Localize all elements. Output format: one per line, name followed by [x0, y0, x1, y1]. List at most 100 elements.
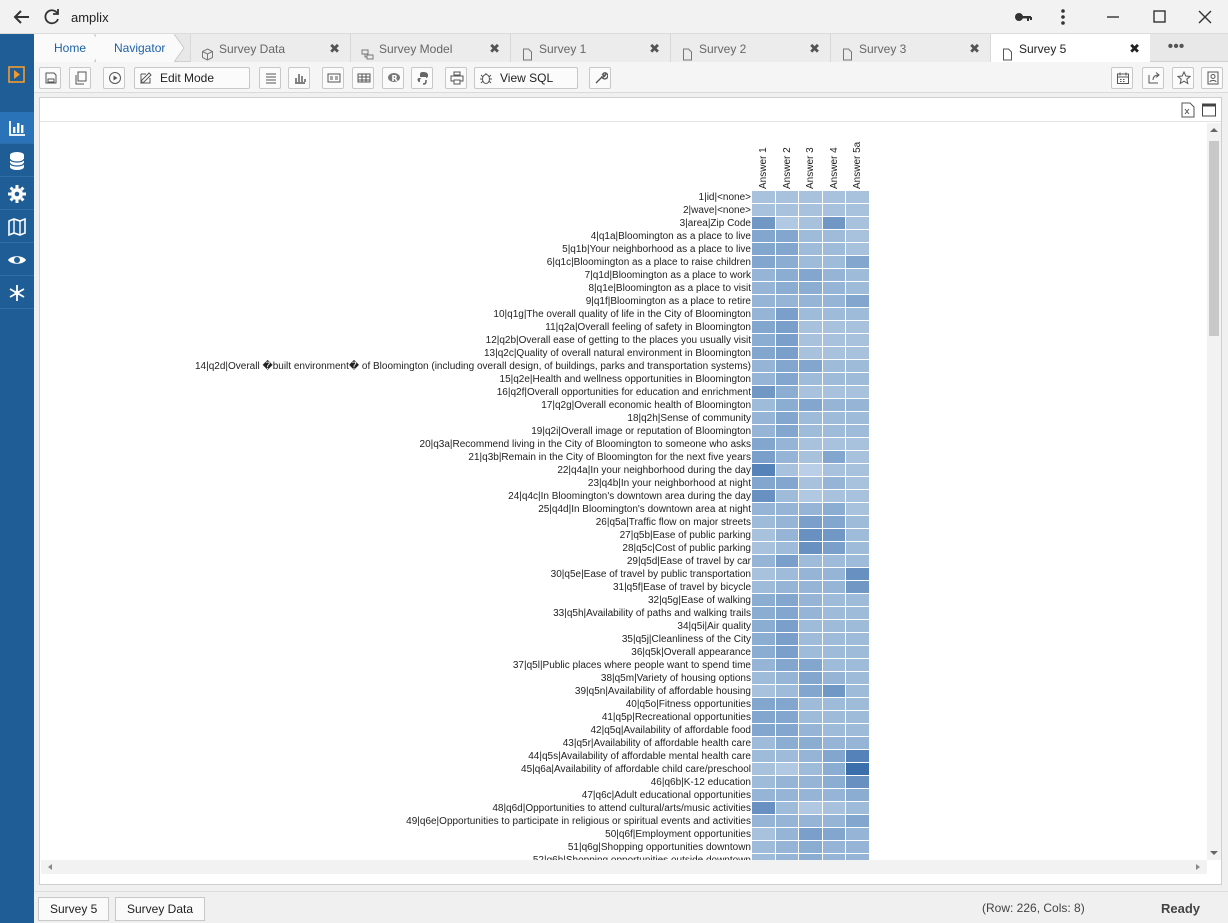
heatmap-cell[interactable]: [822, 555, 846, 567]
scroll-up-icon[interactable]: [1209, 126, 1219, 134]
heatmap-cell[interactable]: [846, 438, 869, 450]
heatmap-cell[interactable]: [775, 789, 799, 801]
heatmap-cell[interactable]: [822, 568, 846, 580]
heatmap-cell[interactable]: [799, 490, 822, 502]
heatmap-cell[interactable]: [752, 828, 775, 840]
heatmap-cell[interactable]: [846, 737, 869, 749]
heatmap-cell[interactable]: [752, 490, 775, 502]
close-tab-icon[interactable]: ✖: [329, 34, 340, 64]
heatmap-cell[interactable]: [799, 425, 822, 437]
heatmap-cell[interactable]: [846, 685, 869, 697]
heatmap-cell[interactable]: [799, 308, 822, 320]
snowflake-icon[interactable]: [0, 277, 34, 309]
heatmap-cell[interactable]: [775, 438, 799, 450]
heatmap-cell[interactable]: [752, 477, 775, 489]
heatmap-cell[interactable]: [822, 451, 846, 463]
heatmap-cell[interactable]: [799, 321, 822, 333]
heatmap-cell[interactable]: [752, 698, 775, 710]
heatmap-cell[interactable]: [846, 711, 869, 723]
heatmap-cell[interactable]: [846, 243, 869, 255]
heatmap-cell[interactable]: [775, 217, 799, 229]
heatmap-cell[interactable]: [822, 763, 846, 775]
list-icon[interactable]: [259, 67, 281, 89]
heatmap-cell[interactable]: [775, 672, 799, 684]
heatmap-cell[interactable]: [775, 711, 799, 723]
heatmap-cell[interactable]: [846, 451, 869, 463]
heatmap-cell[interactable]: [752, 243, 775, 255]
heatmap-cell[interactable]: [799, 347, 822, 359]
heatmap-cell[interactable]: [775, 568, 799, 580]
close-window-icon[interactable]: [1194, 6, 1216, 28]
scroll-left-icon[interactable]: [46, 863, 54, 871]
heatmap-cell[interactable]: [775, 321, 799, 333]
heatmap-cell[interactable]: [846, 659, 869, 671]
heatmap-cell[interactable]: [822, 659, 846, 671]
heatmap-cell[interactable]: [846, 542, 869, 554]
heatmap-cell[interactable]: [799, 633, 822, 645]
table-icon[interactable]: [352, 67, 374, 89]
close-tab-icon[interactable]: ✖: [489, 34, 500, 64]
heatmap-cell[interactable]: [799, 555, 822, 567]
heatmap-cell[interactable]: [775, 425, 799, 437]
heatmap-cell[interactable]: [846, 295, 869, 307]
heatmap-cell[interactable]: [799, 360, 822, 372]
heatmap-cell[interactable]: [799, 581, 822, 593]
heatmap-cell[interactable]: [822, 646, 846, 658]
heatmap-cell[interactable]: [752, 321, 775, 333]
heatmap-cell[interactable]: [752, 334, 775, 346]
r-language-icon[interactable]: R: [382, 67, 404, 89]
heatmap-cell[interactable]: [752, 451, 775, 463]
maximize-icon[interactable]: [1148, 6, 1170, 28]
heatmap-cell[interactable]: [822, 542, 846, 554]
heatmap-cell[interactable]: [752, 204, 775, 216]
heatmap-cell[interactable]: [752, 568, 775, 580]
heatmap-cell[interactable]: [775, 347, 799, 359]
heatmap-cell[interactable]: [799, 529, 822, 541]
heatmap-cell[interactable]: [799, 841, 822, 853]
heatmap-cell[interactable]: [752, 841, 775, 853]
heatmap-cell[interactable]: [752, 282, 775, 294]
heatmap-cell[interactable]: [822, 841, 846, 853]
kebab-menu-icon[interactable]: [1052, 6, 1074, 28]
horizontal-scrollbar[interactable]: [41, 860, 1207, 874]
heatmap-cell[interactable]: [799, 334, 822, 346]
heatmap-cell[interactable]: [846, 789, 869, 801]
heatmap-cell[interactable]: [799, 763, 822, 775]
heatmap-cell[interactable]: [799, 672, 822, 684]
tab-survey-model[interactable]: Survey Model ✖: [350, 34, 510, 62]
heatmap-cell[interactable]: [799, 451, 822, 463]
heatmap-cell[interactable]: [775, 490, 799, 502]
heatmap-cell[interactable]: [775, 308, 799, 320]
heatmap-cell[interactable]: [775, 386, 799, 398]
heatmap-cell[interactable]: [752, 399, 775, 411]
heatmap-cell[interactable]: [846, 828, 869, 840]
heatmap-cell[interactable]: [846, 360, 869, 372]
heatmap-cell[interactable]: [846, 386, 869, 398]
heatmap-cell[interactable]: [775, 412, 799, 424]
eye-icon[interactable]: [0, 244, 34, 276]
heatmap-cell[interactable]: [822, 269, 846, 281]
heatmap-cell[interactable]: [752, 685, 775, 697]
heatmap-cell[interactable]: [752, 711, 775, 723]
heatmap-cell[interactable]: [775, 399, 799, 411]
scroll-down-icon[interactable]: [1209, 849, 1219, 857]
heatmap-cell[interactable]: [775, 464, 799, 476]
heatmap-cell[interactable]: [775, 295, 799, 307]
heatmap-cell[interactable]: [775, 243, 799, 255]
heatmap-cell[interactable]: [846, 347, 869, 359]
heatmap-cell[interactable]: [799, 594, 822, 606]
heatmap-cell[interactable]: [822, 724, 846, 736]
breadcrumb-home[interactable]: Home: [34, 34, 94, 62]
heatmap-cell[interactable]: [846, 282, 869, 294]
heatmap-cell[interactable]: [822, 321, 846, 333]
heatmap-cell[interactable]: [822, 412, 846, 424]
wrench-icon[interactable]: [589, 67, 611, 89]
close-tab-icon[interactable]: ✖: [1129, 34, 1140, 64]
heatmap-cell[interactable]: [775, 477, 799, 489]
heatmap-cell[interactable]: [822, 360, 846, 372]
heatmap-cell[interactable]: [752, 672, 775, 684]
heatmap-cell[interactable]: [799, 685, 822, 697]
chart-icon[interactable]: [0, 112, 34, 144]
heatmap-cell[interactable]: [752, 620, 775, 632]
heatmap-cell[interactable]: [752, 308, 775, 320]
